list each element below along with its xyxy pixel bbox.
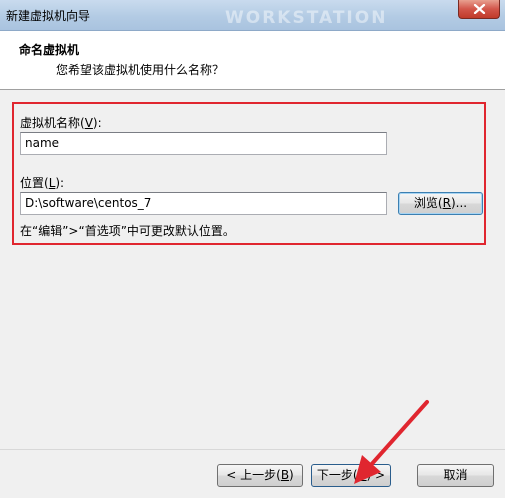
page-title: 命名虚拟机 bbox=[19, 43, 80, 57]
page-subtitle: 您希望该虚拟机使用什么名称？ bbox=[56, 63, 225, 77]
next-button[interactable]: 下一步(N) > bbox=[311, 464, 391, 487]
window-title: 新建虚拟机向导 bbox=[6, 9, 91, 23]
cancel-button[interactable]: 取消 bbox=[417, 464, 494, 487]
wizard-header: 命名虚拟机 您希望该虚拟机使用什么名称？ bbox=[0, 31, 505, 90]
close-icon bbox=[473, 4, 486, 14]
title-bar: 新建虚拟机向导 WORKSTATION bbox=[0, 0, 505, 31]
red-highlight-box bbox=[12, 102, 486, 245]
close-button[interactable] bbox=[458, 0, 500, 19]
title-watermark: WORKSTATION bbox=[225, 8, 388, 28]
back-button[interactable]: < 上一步(B) bbox=[217, 464, 303, 487]
